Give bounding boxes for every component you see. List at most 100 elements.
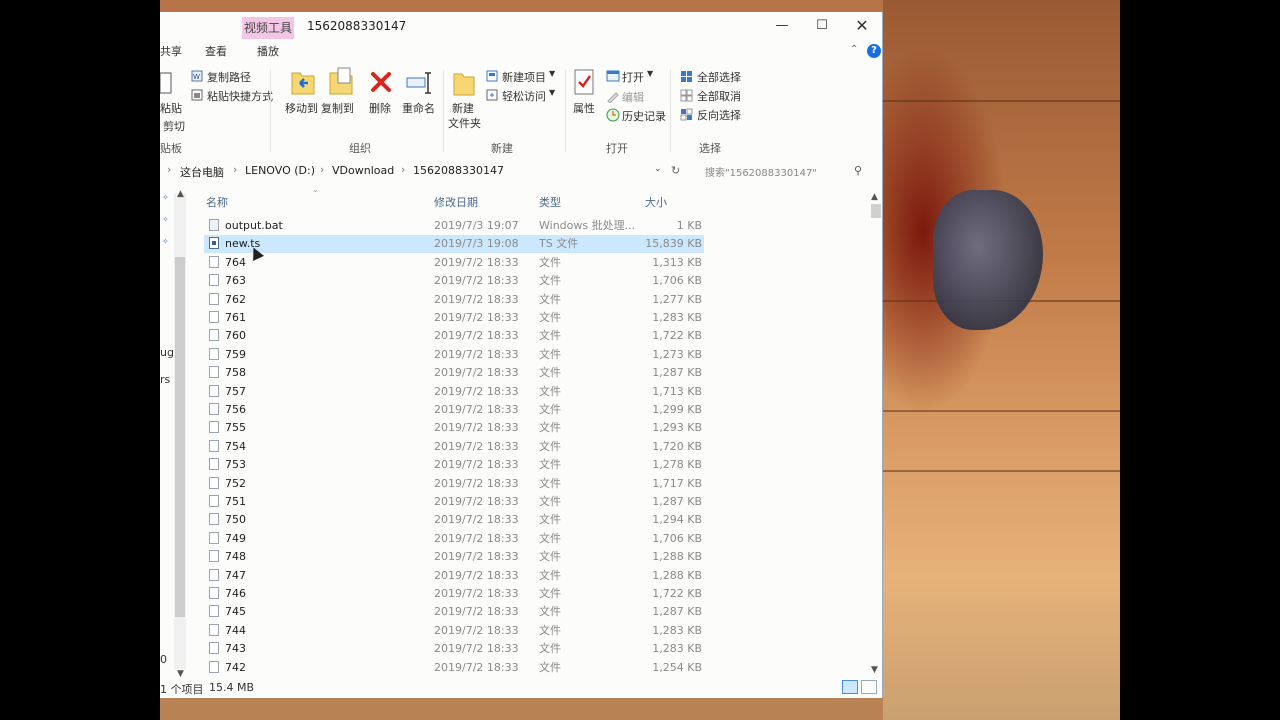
- file-type: 文件: [539, 495, 561, 508]
- breadcrumb-drive[interactable]: LENOVO (D:): [245, 164, 315, 177]
- file-row[interactable]: output.bat 2019/7/3 19:07 Windows 批处理... 1 …: [204, 217, 704, 235]
- search-icon[interactable]: ⚲: [854, 164, 862, 177]
- breadcrumb-vdownload[interactable]: VDownload: [332, 164, 394, 177]
- file-date: 2019/7/2 18:33: [434, 347, 519, 361]
- file-row[interactable]: 758 2019/7/2 18:33 文件 1,287 KB: [204, 364, 704, 382]
- file-type: 文件: [539, 568, 561, 582]
- details-view-icon[interactable]: [842, 680, 858, 694]
- nav-scroll-up-icon[interactable]: ▲: [177, 189, 184, 199]
- easy-access-dropdown-icon[interactable]: ▼: [549, 88, 555, 97]
- file-row[interactable]: 743 2019/7/2 18:33 文件 1,283 KB: [204, 640, 704, 658]
- file-icon: [209, 421, 219, 434]
- letterbox-right: [1120, 0, 1280, 720]
- column-header-date[interactable]: 修改日期: [434, 194, 478, 210]
- file-name: 755: [225, 421, 246, 435]
- file-row[interactable]: 751 2019/7/2 18:33 文件 1,287 KB: [204, 493, 704, 511]
- file-row[interactable]: 755 2019/7/2 18:33 文件 1,293 KB: [204, 419, 704, 437]
- file-row[interactable]: 762 2019/7/2 18:33 文件 1,277 KB: [204, 291, 704, 309]
- easy-access-button[interactable]: 轻松访问: [502, 88, 546, 104]
- open-button[interactable]: 打开: [622, 69, 644, 85]
- cut-button[interactable]: 剪切: [163, 118, 185, 134]
- new-folder-button-line1[interactable]: 新建: [452, 100, 474, 116]
- nav-item-clipped[interactable]: 0: [160, 653, 167, 666]
- file-date: 2019/7/2 18:33: [434, 660, 519, 674]
- new-folder-button-line2[interactable]: 文件夹: [448, 115, 481, 131]
- help-icon[interactable]: ?: [867, 44, 881, 58]
- file-date: 2019/7/2 18:33: [434, 550, 519, 564]
- file-row[interactable]: 759 2019/7/2 18:33 文件 1,273 KB: [204, 346, 704, 364]
- select-none-button[interactable]: 全部取消: [697, 88, 741, 104]
- file-row[interactable]: 744 2019/7/2 18:33 文件 1,283 KB: [204, 622, 704, 640]
- properties-button[interactable]: 属性: [573, 100, 595, 116]
- scroll-up-icon[interactable]: ▲: [871, 192, 878, 202]
- file-list-scrollbar[interactable]: [867, 190, 881, 678]
- file-row[interactable]: 760 2019/7/2 18:33 文件 1,722 KB: [204, 327, 704, 345]
- paste-button[interactable]: 粘贴: [160, 100, 182, 116]
- file-row[interactable]: 764 2019/7/2 18:33 文件 1,313 KB: [204, 254, 704, 272]
- file-date: 2019/7/2 18:33: [434, 366, 519, 380]
- file-row[interactable]: 742 2019/7/2 18:33 文件 1,254 KB: [204, 659, 704, 677]
- new-item-dropdown-icon[interactable]: ▼: [549, 69, 555, 78]
- file-row[interactable]: 748 2019/7/2 18:33 文件 1,288 KB: [204, 548, 704, 566]
- tab-view[interactable]: 查看: [205, 43, 227, 59]
- copy-path-button[interactable]: 复制路径: [207, 69, 251, 85]
- minimize-button[interactable]: —: [762, 12, 802, 40]
- file-row[interactable]: 761 2019/7/2 18:33 文件 1,283 KB: [204, 309, 704, 327]
- rename-icon: [406, 72, 431, 94]
- game-background-bottom: [160, 698, 883, 720]
- history-button[interactable]: 历史记录: [622, 108, 666, 124]
- file-row[interactable]: 745 2019/7/2 18:33 文件 1,287 KB: [204, 603, 704, 621]
- invert-selection-button[interactable]: 反向选择: [697, 107, 741, 123]
- search-input[interactable]: 搜索"1562088330147": [705, 164, 817, 179]
- nav-item-clipped[interactable]: ug: [160, 346, 174, 359]
- file-type: 文件: [539, 623, 561, 637]
- file-size: 1,273 KB: [652, 347, 702, 361]
- copy-to-button[interactable]: 复制到: [321, 100, 354, 116]
- move-to-button[interactable]: 移动到: [285, 100, 318, 116]
- tab-share[interactable]: 共享: [160, 43, 182, 59]
- file-row[interactable]: 746 2019/7/2 18:33 文件 1,722 KB: [204, 585, 704, 603]
- file-row[interactable]: 753 2019/7/2 18:33 文件 1,278 KB: [204, 456, 704, 474]
- edit-button[interactable]: 编辑: [622, 89, 644, 105]
- address-bar[interactable]: › 这台电脑 › LENOVO (D:) › VDownload › 15620…: [160, 159, 882, 183]
- file-type: 文件: [539, 513, 561, 527]
- file-row[interactable]: 747 2019/7/2 18:33 文件 1,288 KB: [204, 567, 704, 585]
- video-tools-context-tab[interactable]: 视频工具: [242, 17, 294, 39]
- file-row[interactable]: 750 2019/7/2 18:33 文件 1,294 KB: [204, 511, 704, 529]
- breadcrumb-this-pc[interactable]: 这台电脑: [180, 164, 224, 180]
- tab-play[interactable]: 播放: [257, 43, 279, 59]
- file-row[interactable]: 752 2019/7/2 18:33 文件 1,717 KB: [204, 475, 704, 493]
- file-row[interactable]: 754 2019/7/2 18:33 文件 1,720 KB: [204, 438, 704, 456]
- open-dropdown-icon[interactable]: ▼: [647, 69, 653, 78]
- file-name: 763: [225, 274, 246, 288]
- large-icons-view-icon[interactable]: [861, 680, 877, 694]
- maximize-button[interactable]: ☐: [802, 12, 842, 40]
- file-row[interactable]: new.ts 2019/7/3 19:08 TS 文件 15,839 KB: [204, 235, 704, 254]
- scroll-down-icon[interactable]: ▼: [871, 665, 878, 675]
- game-background-top: [160, 0, 883, 12]
- file-row[interactable]: 756 2019/7/2 18:33 文件 1,299 KB: [204, 401, 704, 419]
- nav-item-clipped[interactable]: rs: [160, 373, 170, 386]
- paste-shortcut-button[interactable]: 粘贴快捷方式: [207, 88, 273, 104]
- file-row[interactable]: 749 2019/7/2 18:33 文件 1,706 KB: [204, 530, 704, 548]
- new-item-button[interactable]: 新建项目: [502, 69, 546, 85]
- file-list-scrollbar-thumb[interactable]: [871, 204, 881, 218]
- column-header-size[interactable]: 大小: [645, 194, 667, 210]
- file-date: 2019/7/3 19:07: [434, 219, 519, 232]
- file-row[interactable]: 763 2019/7/2 18:33 文件 1,706 KB: [204, 272, 704, 290]
- file-size: 1,717 KB: [652, 476, 702, 490]
- nav-scrollbar-thumb[interactable]: [175, 257, 185, 617]
- delete-button[interactable]: 删除: [369, 100, 391, 116]
- close-button[interactable]: ✕: [842, 12, 882, 40]
- breadcrumb-current-folder[interactable]: 1562088330147: [413, 164, 504, 177]
- collapse-ribbon-icon[interactable]: ⌃: [850, 44, 858, 55]
- file-type: 文件: [539, 366, 561, 380]
- address-dropdown-icon[interactable]: ⌄: [654, 164, 662, 174]
- rename-button[interactable]: 重命名: [402, 100, 435, 116]
- select-all-button[interactable]: 全部选择: [697, 69, 741, 85]
- file-row[interactable]: 757 2019/7/2 18:33 文件 1,713 KB: [204, 383, 704, 401]
- file-icon: [209, 347, 219, 360]
- column-header-name[interactable]: 名称: [206, 194, 228, 210]
- refresh-icon[interactable]: ↻: [671, 164, 680, 177]
- column-header-type[interactable]: 类型: [539, 194, 561, 210]
